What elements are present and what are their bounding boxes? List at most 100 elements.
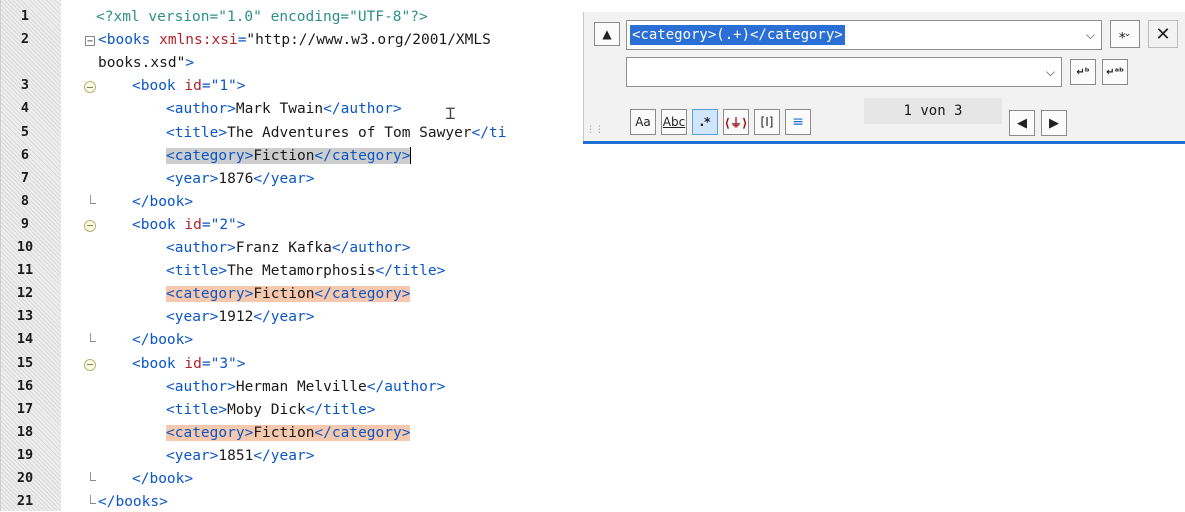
replace-combo[interactable]: ⌵	[626, 57, 1062, 87]
code-line[interactable]: </book>	[132, 193, 193, 212]
search-input[interactable]: <category>(.+)</category>	[630, 25, 845, 45]
code-line[interactable]: <book id="3">	[132, 355, 246, 374]
code-token: xmlns:xsi	[159, 32, 238, 49]
close-button[interactable]: ✕	[1148, 20, 1178, 48]
code-token: id	[184, 216, 202, 233]
code-token: </author>	[366, 378, 446, 395]
search-match-highlight: <category>Fiction</category>	[166, 424, 411, 441]
fold-guide-icon	[90, 495, 91, 504]
collapse-icon[interactable]: −	[85, 36, 95, 47]
code-line[interactable]: books.xsd">	[98, 54, 194, 73]
line-number: 9	[20, 215, 30, 232]
search-match-highlight: <category>Fiction</category>	[166, 147, 411, 164]
code-token: </year>	[253, 170, 315, 187]
replace-next-icon[interactable]: ↵ᵇ	[1070, 59, 1096, 85]
code-token: <year>	[166, 170, 219, 187]
line-number: 7	[20, 169, 30, 186]
code-line[interactable]: <title>Moby Dick</title>	[166, 401, 376, 420]
find-previous-button[interactable]: ◀	[1009, 110, 1035, 136]
code-text: <title>Moby Dick</title>	[166, 402, 376, 418]
code-text: <?xml version="1.0" encoding="UTF-8"?>	[96, 9, 428, 25]
code-token: <author>	[166, 378, 236, 395]
fold-marker-icon[interactable]	[84, 81, 96, 94]
code-token: </book>	[132, 193, 194, 210]
line-number: 13	[16, 308, 34, 325]
find-replace-panel: ▲ <category>(.+)</category> ⌵ ⁎ ⌄ ✕ ⌵ ↵ᵇ …	[583, 12, 1185, 144]
chevron-down-icon[interactable]: ⌵	[1086, 21, 1095, 49]
code-text: <title>The Adventures of Tom Sawyer</ti	[166, 125, 506, 141]
replace-all-icon[interactable]: ↵ᵃᵇ	[1102, 59, 1128, 85]
match-case-icon[interactable]: Aa	[630, 109, 656, 135]
code-token: "2"	[210, 216, 237, 233]
code-token: <title>	[166, 263, 228, 280]
code-line[interactable]: <author>Franz Kafka</author>	[166, 239, 410, 258]
code-token: <book	[132, 216, 185, 233]
code-token: <category>	[166, 286, 254, 303]
code-token: <book	[132, 355, 185, 372]
code-token: books.xsd"	[98, 55, 186, 72]
fold-marker-icon[interactable]	[84, 358, 96, 371]
code-token: 1912	[218, 309, 254, 326]
code-token: "3"	[210, 355, 237, 372]
code-line[interactable]: </book>	[132, 470, 193, 489]
code-token: </books>	[98, 494, 168, 511]
code-text: </books>	[98, 494, 168, 510]
code-line[interactable]: <book id="2">	[132, 216, 246, 235]
code-line[interactable]: <author>Mark Twain</author>	[166, 100, 402, 119]
code-line[interactable]: <?xml version="1.0" encoding="UTF-8"?>	[96, 8, 428, 27]
code-line[interactable]: <category>Fiction</category>	[166, 424, 411, 443]
code-token: 1851	[218, 447, 254, 464]
regex-builder-button[interactable]: ⁎ ⌄	[1110, 20, 1140, 48]
line-number: 18	[16, 423, 34, 440]
code-line[interactable]: </book>	[132, 331, 193, 350]
code-line[interactable]: <year>1876</year>	[166, 170, 314, 189]
line-number: 19	[16, 446, 34, 463]
format-options-icon[interactable]: ≡	[785, 109, 811, 135]
line-number: 8	[20, 192, 30, 209]
code-token: Fiction	[253, 424, 315, 441]
code-line[interactable]: <author>Herman Melville</author>	[166, 378, 445, 397]
match-counter: 1 von 3	[864, 98, 1002, 124]
whole-word-icon[interactable]: Abc	[661, 109, 687, 135]
code-text: <book id="3">	[132, 356, 246, 372]
code-text: <author>Mark Twain</author>	[166, 101, 402, 117]
code-text: </book>	[132, 194, 193, 210]
code-line[interactable]: <book id="1">	[132, 77, 246, 96]
line-number: 20	[16, 470, 34, 486]
fold-end-icon	[90, 341, 96, 343]
code-token: >	[236, 355, 246, 372]
code-token: <?xml version="1.0" encoding="UTF-8"?>	[96, 9, 428, 25]
fold-marker-icon[interactable]	[84, 219, 96, 232]
chevron-down-icon[interactable]: ⌵	[1046, 58, 1055, 86]
code-token: </title>	[375, 263, 446, 280]
line-number: 12	[16, 285, 34, 302]
find-next-button[interactable]: ▶	[1041, 110, 1067, 136]
code-text: books.xsd">	[98, 55, 194, 71]
search-combo[interactable]: <category>(.+)</category> ⌵	[626, 20, 1102, 50]
code-line[interactable]: <year>1912</year>	[166, 308, 314, 327]
code-text: </book>	[132, 471, 193, 487]
code-line[interactable]: </books>	[98, 493, 168, 512]
find-panel-accent-bar	[583, 141, 1185, 144]
toggle-replace-button[interactable]: ▲	[594, 22, 620, 46]
line-number: 17	[16, 400, 34, 417]
xpath-filter-icon[interactable]: ⟨⏚⟩	[723, 109, 749, 135]
code-text: <books xmlns:xsi="http://www.w3.org/2001…	[98, 32, 491, 48]
code-line[interactable]: <books xmlns:xsi="http://www.w3.org/2001…	[98, 31, 491, 50]
code-token: <year>	[166, 447, 219, 464]
line-number: 15	[16, 354, 34, 371]
regex-icon[interactable]: .*	[692, 109, 718, 135]
code-line[interactable]: <title>The Metamorphosis</title>	[166, 262, 445, 281]
line-number: 1	[20, 8, 30, 24]
find-in-selection-icon[interactable]: [I]	[754, 109, 780, 135]
code-line[interactable]: <year>1851</year>	[166, 447, 314, 466]
code-text: <book id="2">	[132, 217, 246, 233]
resize-grip-icon[interactable]: ⋮⋮	[586, 126, 604, 138]
code-line[interactable]: <title>The Adventures of Tom Sawyer</ti	[166, 124, 506, 143]
code-token: >	[236, 78, 246, 95]
code-line[interactable]: <category>Fiction</category>	[166, 147, 412, 166]
code-token: The Metamorphosis	[227, 263, 376, 280]
code-line[interactable]: <category>Fiction</category>	[166, 285, 411, 304]
fold-guide-icon	[90, 194, 91, 203]
line-number: 14	[16, 331, 34, 348]
